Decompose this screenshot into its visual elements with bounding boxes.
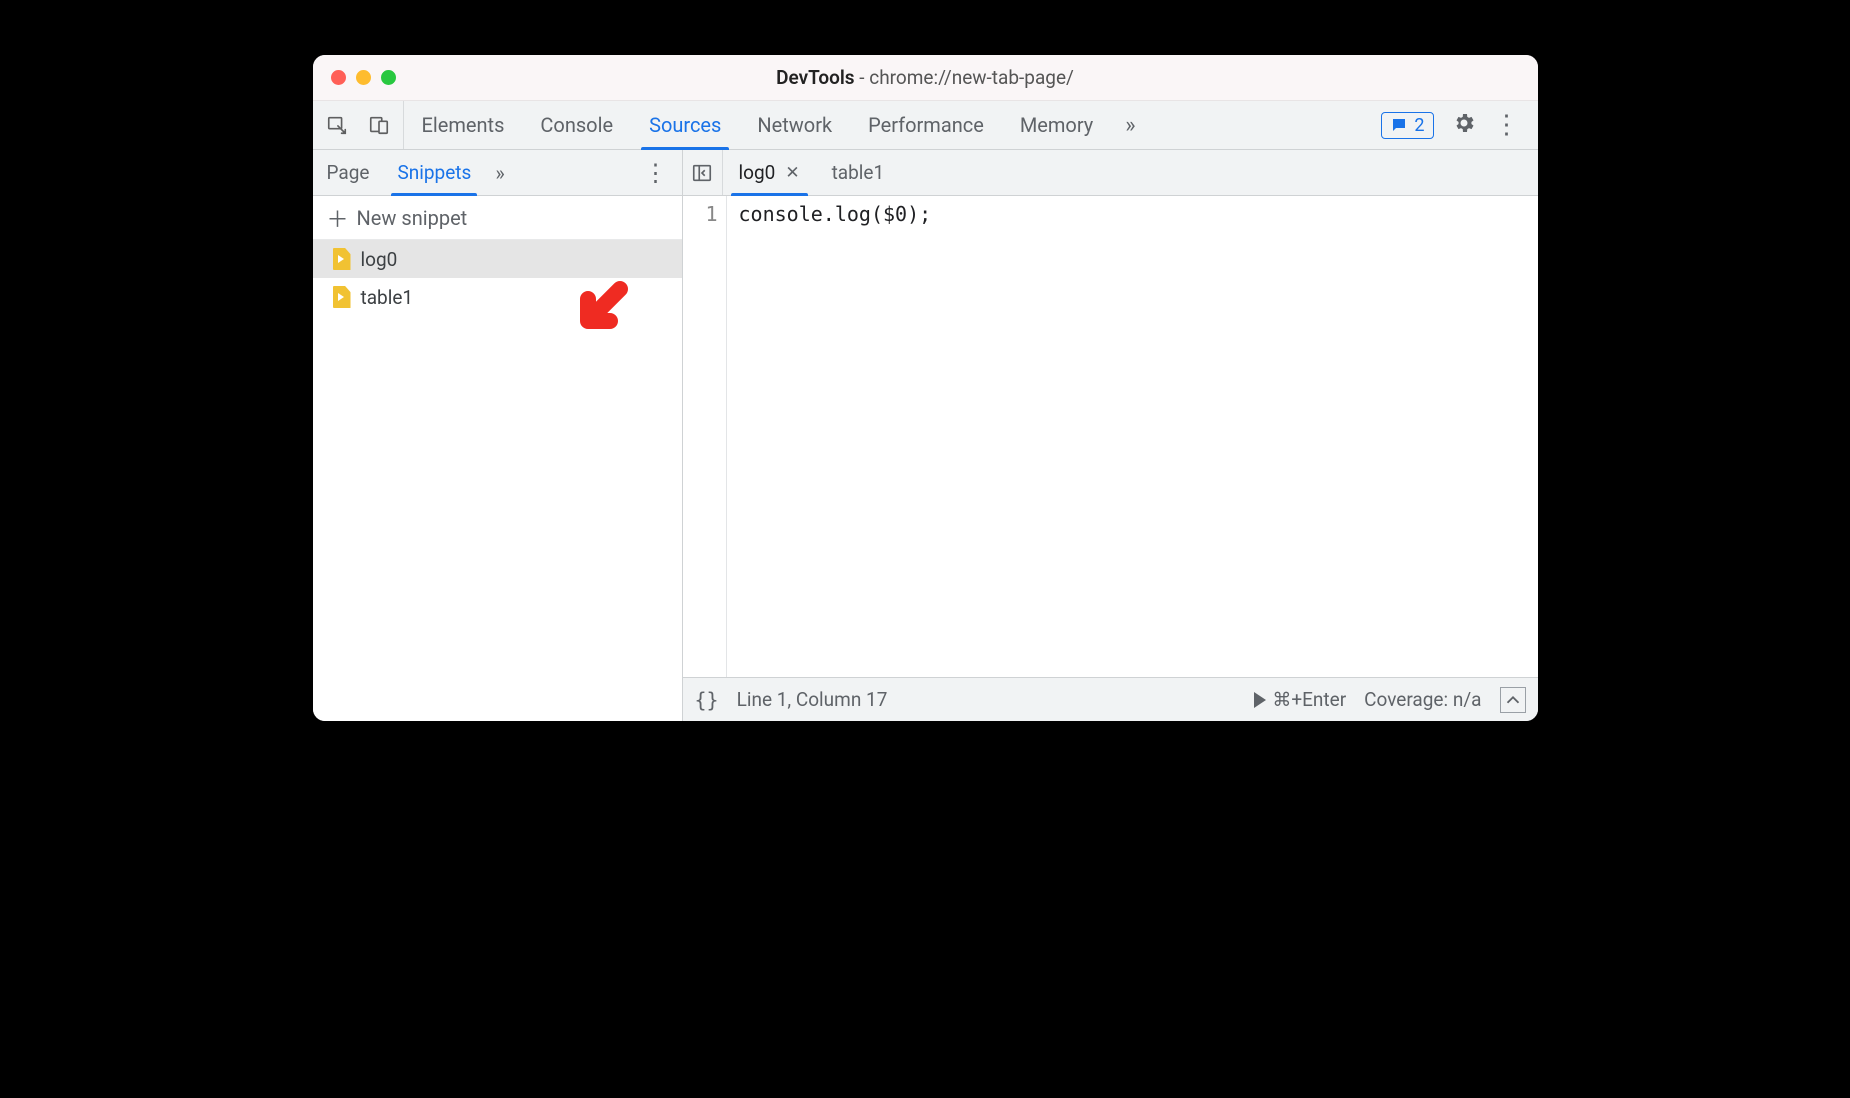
window-controls [313, 70, 396, 85]
messages-badge[interactable]: 2 [1381, 112, 1433, 139]
navigator-sidebar: Page Snippets » ⋮ ＋ New snippet log0 tab… [313, 150, 683, 721]
cursor-position: Line 1, Column 17 [737, 688, 888, 711]
panel-body: Page Snippets » ⋮ ＋ New snippet log0 tab… [313, 150, 1538, 721]
close-tab-icon[interactable]: ✕ [785, 163, 799, 183]
close-window-button[interactable] [331, 70, 346, 85]
snippet-item-log0[interactable]: log0 [313, 240, 682, 278]
line-gutter: 1 [683, 196, 727, 677]
window-title: DevTools - chrome://new-tab-page/ [313, 66, 1538, 89]
inspect-element-icon[interactable] [323, 111, 351, 139]
tab-performance[interactable]: Performance [850, 101, 1002, 149]
window-title-url: chrome://new-tab-page/ [869, 66, 1074, 89]
titlebar: DevTools - chrome://new-tab-page/ [313, 55, 1538, 101]
window-title-app: DevTools [776, 66, 854, 89]
new-snippet-button[interactable]: ＋ New snippet [313, 196, 682, 240]
run-snippet-button[interactable]: ⌘+Enter [1254, 688, 1346, 711]
snippet-list: log0 table1 [313, 240, 682, 721]
toolbar-right: 2 ⋮ [1365, 101, 1537, 149]
device-toggle-icon[interactable] [365, 111, 393, 139]
editor-tabs: log0 ✕ table1 [683, 150, 1538, 196]
snippet-item-table1[interactable]: table1 [313, 278, 682, 316]
tab-sources[interactable]: Sources [631, 101, 739, 149]
show-drawer-icon[interactable] [1500, 687, 1526, 713]
snippet-item-label: log0 [361, 248, 398, 271]
play-icon [1254, 692, 1266, 708]
editor-statusbar: {} Line 1, Column 17 ⌘+Enter Coverage: n… [683, 677, 1538, 721]
devtools-window: DevTools - chrome://new-tab-page/ Elemen… [313, 55, 1538, 721]
tabs-overflow-icon[interactable]: » [1111, 101, 1149, 149]
snippet-item-label: table1 [361, 286, 414, 309]
minimize-window-button[interactable] [356, 70, 371, 85]
pretty-print-icon[interactable]: {} [695, 688, 719, 712]
code-editor[interactable]: 1 console.log($0); [683, 196, 1538, 677]
navigator-tab-snippets[interactable]: Snippets [383, 150, 485, 195]
run-shortcut-label: ⌘+Enter [1272, 688, 1346, 711]
messages-count: 2 [1414, 115, 1424, 136]
line-number: 1 [683, 202, 718, 226]
tab-elements[interactable]: Elements [404, 101, 523, 149]
editor-tab-table1[interactable]: table1 [816, 150, 901, 195]
editor-pane: log0 ✕ table1 1 console.log($0); {} Line… [683, 150, 1538, 721]
navigator-overflow-icon[interactable]: » [485, 150, 514, 195]
show-navigator-icon[interactable] [683, 150, 723, 195]
code-content[interactable]: console.log($0); [727, 196, 944, 677]
toolbar-left [313, 101, 404, 149]
editor-tab-label: table1 [832, 161, 885, 184]
editor-tab-label: log0 [739, 161, 776, 184]
navigator-tab-page[interactable]: Page [313, 150, 384, 195]
panel-tabs: Elements Console Sources Network Perform… [404, 101, 1366, 149]
navigator-kebab-icon[interactable]: ⋮ [630, 150, 682, 195]
tab-memory[interactable]: Memory [1002, 101, 1111, 149]
tab-console[interactable]: Console [522, 101, 631, 149]
main-toolbar: Elements Console Sources Network Perform… [313, 101, 1538, 150]
plus-icon: ＋ [327, 202, 349, 234]
maximize-window-button[interactable] [381, 70, 396, 85]
snippet-file-icon [333, 248, 351, 270]
navigator-tabs: Page Snippets » ⋮ [313, 150, 682, 196]
coverage-label: Coverage: n/a [1364, 688, 1481, 711]
new-snippet-label: New snippet [357, 206, 468, 230]
editor-tab-log0[interactable]: log0 ✕ [723, 150, 816, 195]
snippet-file-icon [333, 286, 351, 308]
kebab-menu-icon[interactable]: ⋮ [1494, 110, 1522, 140]
settings-gear-icon[interactable] [1452, 111, 1476, 139]
tab-network[interactable]: Network [739, 101, 850, 149]
